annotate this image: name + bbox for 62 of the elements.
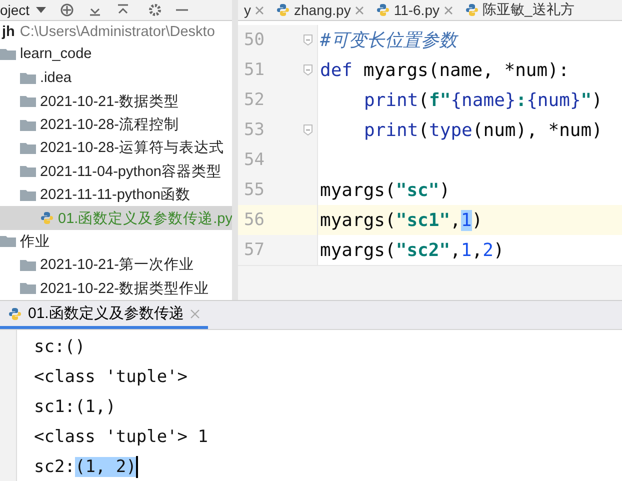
fold-icon[interactable] bbox=[303, 124, 313, 136]
fold-icon[interactable] bbox=[303, 64, 313, 76]
editor-tab[interactable]: y bbox=[238, 0, 270, 20]
folder-icon bbox=[20, 72, 36, 84]
line-number: 55 bbox=[244, 180, 264, 200]
caret-icon[interactable] bbox=[36, 6, 46, 14]
folder-icon bbox=[20, 188, 36, 201]
tree-item[interactable]: 2021-10-21-数据类型 bbox=[0, 90, 232, 113]
folder-icon bbox=[20, 258, 36, 271]
tree-item[interactable]: 2021-11-11-python函数 bbox=[0, 183, 232, 206]
close-icon[interactable] bbox=[444, 6, 452, 14]
tree-item[interactable]: 2021-10-28-流程控制 bbox=[0, 112, 232, 136]
line-number: 52 bbox=[244, 90, 264, 110]
output-line: <class 'tuple'> bbox=[34, 366, 189, 389]
close-icon[interactable] bbox=[354, 6, 364, 14]
minimize-icon[interactable] bbox=[176, 8, 188, 12]
folder-icon bbox=[20, 165, 36, 178]
code-line: #可变长位置参数 bbox=[320, 29, 457, 52]
tree-item[interactable]: 2021-10-22-数据类型作业 bbox=[0, 276, 232, 300]
output-line: sc:() bbox=[34, 336, 86, 359]
project-root[interactable]: jh C:\Users\Administrator\Deskto bbox=[0, 20, 232, 43]
line-number: 56 bbox=[244, 210, 264, 230]
editor-tab[interactable]: 陈亚敏_送礼方 bbox=[458, 0, 580, 20]
tree-item[interactable]: 作业 bbox=[0, 230, 232, 254]
view-label: oject bbox=[0, 2, 30, 18]
close-icon[interactable] bbox=[190, 308, 200, 318]
python-file-icon bbox=[464, 3, 478, 17]
folder-icon bbox=[20, 118, 36, 131]
close-icon[interactable] bbox=[255, 6, 264, 14]
editor-tab[interactable]: 11-6.py bbox=[370, 0, 458, 20]
code-line: print(f"{name}:{num}") bbox=[364, 90, 602, 110]
code-line: def myargs(name, *num): bbox=[320, 60, 570, 80]
python-file-icon bbox=[276, 3, 290, 17]
code-line: myargs("sc1",1) bbox=[320, 210, 483, 230]
tree-item[interactable]: learn_code bbox=[0, 42, 232, 66]
tree-item[interactable]: 2021-10-28-运算符与表达式 bbox=[0, 136, 232, 160]
folder-icon bbox=[20, 142, 36, 154]
line-number: 57 bbox=[244, 240, 264, 260]
code-line: print(type(num), *num) bbox=[364, 120, 602, 140]
line-number: 51 bbox=[244, 60, 264, 80]
output-line: sc1:(1,) bbox=[34, 396, 117, 419]
folder-icon bbox=[0, 48, 16, 60]
fold-icon[interactable] bbox=[303, 34, 313, 46]
folder-icon bbox=[20, 282, 36, 294]
line-number: 53 bbox=[244, 120, 264, 140]
code-line: myargs("sc") bbox=[320, 180, 450, 200]
folder-icon bbox=[0, 235, 16, 248]
output-line: sc2:(1, 2) bbox=[34, 455, 140, 480]
output-line: <class 'tuple'> 1 bbox=[34, 426, 208, 449]
text-cursor bbox=[136, 456, 138, 478]
editor-tab[interactable]: zhang.py bbox=[270, 0, 370, 20]
crosshair-icon[interactable] bbox=[60, 2, 74, 17]
tree-item[interactable]: 2021-11-04-python容器类型 bbox=[0, 160, 232, 184]
python-file-icon bbox=[40, 211, 54, 226]
line-number: 50 bbox=[244, 30, 264, 50]
python-file-icon bbox=[8, 306, 22, 320]
code-line: myargs("sc2",1,2) bbox=[320, 240, 504, 260]
tree-item[interactable]: 2021-10-21-第一次作业 bbox=[0, 253, 232, 277]
folder-icon bbox=[20, 95, 36, 108]
line-number: 54 bbox=[244, 150, 264, 170]
python-file-icon bbox=[376, 3, 390, 17]
tree-item[interactable]: .idea bbox=[0, 66, 232, 90]
